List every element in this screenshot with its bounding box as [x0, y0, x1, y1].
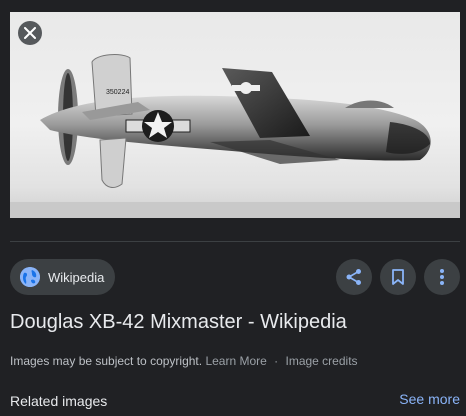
- learn-more-link[interactable]: Learn More: [205, 354, 266, 368]
- divider: [10, 241, 460, 242]
- copyright-notice: Images may be subject to copyright. Lear…: [10, 354, 358, 368]
- bookmark-icon: [392, 269, 404, 285]
- close-button[interactable]: [18, 21, 42, 45]
- source-chip[interactable]: Wikipedia: [10, 259, 115, 295]
- share-icon: [346, 269, 361, 285]
- share-button[interactable]: [336, 259, 372, 295]
- close-icon: [24, 27, 36, 39]
- more-vert-icon: [440, 269, 444, 285]
- save-button[interactable]: [380, 259, 416, 295]
- more-options-button[interactable]: [424, 259, 460, 295]
- tail-number: 350224: [106, 89, 129, 96]
- see-more-link[interactable]: See more: [399, 391, 460, 407]
- airplane-photo: 350224: [10, 54, 460, 218]
- related-images-heading: Related images: [10, 393, 108, 409]
- result-title[interactable]: Douglas XB-42 Mixmaster - Wikipedia: [10, 311, 347, 334]
- copyright-text: Images may be subject to copyright.: [10, 354, 203, 368]
- source-label: Wikipedia: [48, 269, 105, 285]
- image-credits-link[interactable]: Image credits: [286, 354, 358, 368]
- separator: ·: [274, 354, 279, 368]
- result-image[interactable]: 350224: [10, 12, 460, 218]
- globe-icon: [20, 267, 40, 287]
